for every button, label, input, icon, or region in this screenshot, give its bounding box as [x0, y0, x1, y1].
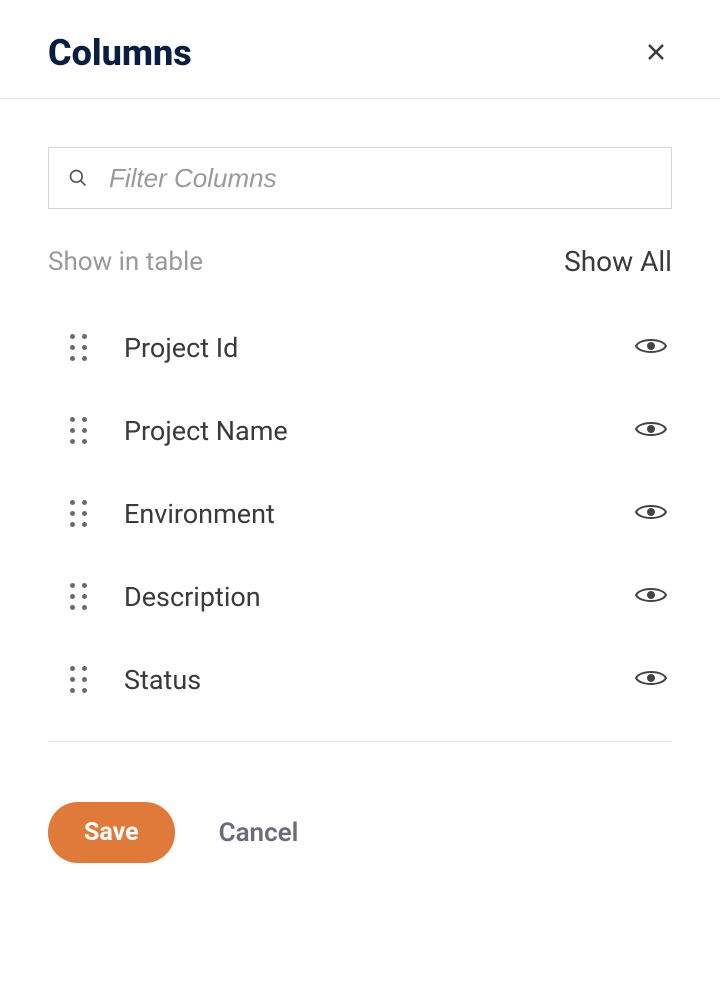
search-wrapper	[48, 147, 672, 209]
dialog-footer: Save Cancel	[0, 742, 720, 863]
column-list: Project Id Project Name	[48, 306, 672, 721]
visibility-toggle[interactable]	[630, 496, 672, 531]
drag-handle-icon[interactable]	[70, 666, 88, 694]
visibility-toggle[interactable]	[630, 579, 672, 614]
cancel-button[interactable]: Cancel	[219, 818, 299, 848]
eye-icon	[634, 583, 668, 610]
drag-handle-icon[interactable]	[70, 334, 88, 362]
column-item-project-id: Project Id	[48, 306, 672, 389]
save-button[interactable]: Save	[48, 802, 175, 863]
close-icon	[644, 40, 668, 67]
dialog-title: Columns	[48, 32, 192, 74]
column-item-project-name: Project Name	[48, 389, 672, 472]
drag-handle-icon[interactable]	[70, 417, 88, 445]
visibility-toggle[interactable]	[630, 330, 672, 365]
column-item-description: Description	[48, 555, 672, 638]
show-all-button[interactable]: Show All	[564, 245, 672, 278]
column-label: Project Id	[124, 332, 630, 364]
column-label: Status	[124, 664, 630, 696]
drag-handle-icon[interactable]	[70, 500, 88, 528]
close-button[interactable]	[640, 36, 672, 71]
visibility-toggle[interactable]	[630, 662, 672, 697]
eye-icon	[634, 500, 668, 527]
list-header: Show in table Show All	[48, 245, 672, 278]
eye-icon	[634, 334, 668, 361]
column-label: Description	[124, 581, 630, 613]
dialog-header: Columns	[0, 0, 720, 99]
eye-icon	[634, 666, 668, 693]
column-item-status: Status	[48, 638, 672, 721]
column-label: Project Name	[124, 415, 630, 447]
drag-handle-icon[interactable]	[70, 583, 88, 611]
filter-columns-input[interactable]	[48, 147, 672, 209]
visibility-toggle[interactable]	[630, 413, 672, 448]
column-item-environment: Environment	[48, 472, 672, 555]
column-label: Environment	[124, 498, 630, 530]
eye-icon	[634, 417, 668, 444]
show-in-table-label: Show in table	[48, 247, 203, 277]
dialog-content: Show in table Show All Project Id Projec…	[0, 99, 720, 742]
